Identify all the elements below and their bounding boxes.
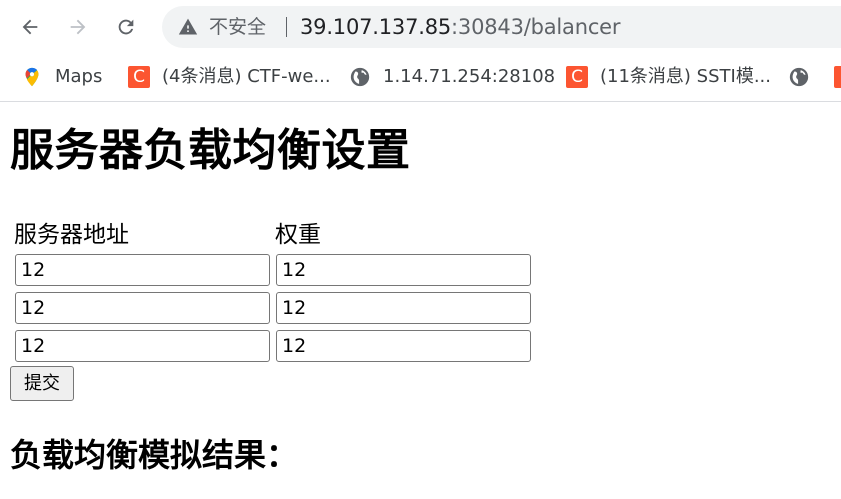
page-title: 服务器负载均衡设置 xyxy=(10,125,411,176)
forward-arrow-icon xyxy=(70,19,86,35)
browser-toolbar: 不安全 39.107.137.85:30843/balancer xyxy=(0,0,841,54)
url-path: :30843/balancer xyxy=(451,15,621,39)
bookmark-label: 1.14.71.254:28108 xyxy=(383,66,556,87)
column-header-weight: 权重 xyxy=(275,222,321,248)
url-text[interactable]: 39.107.137.85:30843/balancer xyxy=(300,14,621,40)
bookmark-overflow[interactable] xyxy=(834,64,841,90)
security-status[interactable]: 不安全 xyxy=(209,15,266,39)
server-address-input[interactable] xyxy=(15,254,270,286)
bookmark-ip-address[interactable]: 1.14.71.254:28108 xyxy=(349,64,555,90)
bookmark-maps[interactable]: Maps xyxy=(21,64,102,90)
google-maps-icon xyxy=(25,67,39,87)
bookmark-label: (11条消息) SSTI模... xyxy=(600,66,771,87)
bookmarks-bar: Maps C (4条消息) CTF-we... 1.14.71.254:2810… xyxy=(0,54,841,102)
back-button[interactable] xyxy=(13,10,47,44)
bookmark-ssti[interactable]: C (11条消息) SSTI模... xyxy=(566,64,771,90)
globe-icon xyxy=(350,67,370,87)
omnibox-divider xyxy=(286,17,287,37)
result-heading: 负载均衡模拟结果： xyxy=(10,436,299,474)
csdn-icon: C xyxy=(566,66,588,88)
server-address-input[interactable] xyxy=(15,292,270,324)
forward-button[interactable] xyxy=(61,10,95,44)
server-address-input[interactable] xyxy=(15,330,270,362)
warning-icon[interactable] xyxy=(178,17,198,37)
bookmark-globe[interactable] xyxy=(788,64,822,90)
url-host: 39.107.137.85 xyxy=(300,15,452,39)
weight-input[interactable] xyxy=(276,254,531,286)
bookmark-label: Maps xyxy=(55,66,103,87)
page-content: 服务器负载均衡设置 服务器地址 权重 提交 负载均衡模拟结果： xyxy=(0,103,841,499)
bookmark-label: (4条消息) CTF-we... xyxy=(162,66,331,87)
column-header-address: 服务器地址 xyxy=(14,222,129,248)
csdn-icon xyxy=(834,66,841,88)
globe-icon xyxy=(789,67,809,87)
submit-button[interactable]: 提交 xyxy=(10,366,74,401)
back-arrow-icon xyxy=(22,19,38,35)
weight-input[interactable] xyxy=(276,292,531,324)
csdn-icon: C xyxy=(128,66,150,88)
reload-icon xyxy=(118,19,134,35)
address-bar[interactable]: 不安全 39.107.137.85:30843/balancer xyxy=(162,6,841,48)
weight-input[interactable] xyxy=(276,330,531,362)
reload-button[interactable] xyxy=(109,10,143,44)
bookmark-ctf-web[interactable]: C (4条消息) CTF-we... xyxy=(128,64,331,90)
